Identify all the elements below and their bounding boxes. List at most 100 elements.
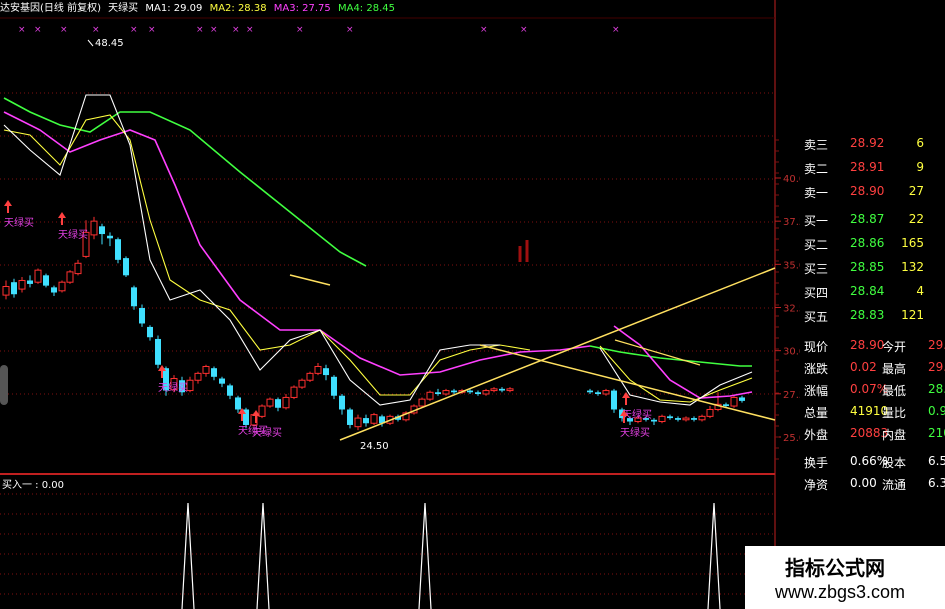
quote-value-2: 6.31 xyxy=(928,476,945,490)
candle-body xyxy=(347,409,353,425)
buy-arrow-icon xyxy=(158,365,166,371)
candle-body xyxy=(58,281,66,292)
candle-body xyxy=(675,418,681,420)
candle-body xyxy=(306,372,314,381)
candle-body xyxy=(587,390,593,393)
quote-label: 涨跌 xyxy=(804,362,829,376)
buy-signal-spike xyxy=(418,502,432,609)
quote-row: 净资0.00流通6.31 xyxy=(800,476,945,497)
quote-row: 换手0.66%股本6.59 xyxy=(800,454,945,475)
watermark: 指标公式网 www.zbgs3.com xyxy=(745,546,945,609)
high-price-pointer xyxy=(87,39,94,47)
book-volume: 121 xyxy=(901,308,924,322)
quote-label-2: 股本 xyxy=(882,456,907,470)
chart-header: 达安基因(日线 前复权) 天绿买 MA1: 29.09 MA2: 28.38 M… xyxy=(0,0,775,18)
buy-signal-spike xyxy=(181,502,195,609)
candle-body xyxy=(90,220,98,236)
candle-body xyxy=(698,415,706,421)
candle-body xyxy=(34,269,42,283)
book-label: 卖二 xyxy=(804,162,829,176)
book-label: 卖一 xyxy=(804,186,829,200)
buy-arrow-icon xyxy=(58,212,66,218)
book-label: 买四 xyxy=(804,286,829,300)
candle-body xyxy=(27,280,33,284)
quote-value-2: 29.0 xyxy=(928,360,945,374)
candle-body xyxy=(219,378,225,384)
candle-body xyxy=(66,271,74,283)
buy-signal-label: 天绿买 xyxy=(4,216,34,229)
candle-body xyxy=(739,397,745,401)
candle-body xyxy=(258,405,266,417)
book-price: 28.90 xyxy=(850,184,885,198)
quote-label: 换手 xyxy=(804,456,829,470)
book-row: 卖三 28.92 6 xyxy=(800,136,945,157)
watermark-url: www.zbgs3.com xyxy=(775,582,906,602)
quote-label-2: 流通 xyxy=(882,478,907,492)
buy-signal-label: 天绿买 xyxy=(620,426,650,439)
ma3-line-right xyxy=(613,325,753,399)
candle-body xyxy=(11,282,17,295)
quote-row: 现价28.90今开29.0 xyxy=(800,338,945,359)
trend-line-down xyxy=(479,344,776,421)
candle-body xyxy=(298,379,306,388)
candle-body xyxy=(442,390,450,395)
book-price: 28.85 xyxy=(850,260,885,274)
scroll-handle[interactable] xyxy=(0,365,8,405)
book-price: 28.92 xyxy=(850,136,885,150)
candle-body xyxy=(139,308,145,324)
candle-body xyxy=(155,338,161,365)
signal-mark: × xyxy=(92,25,100,35)
candle-body xyxy=(595,392,601,394)
quote-value-2: 28.7 xyxy=(928,382,945,396)
candle-body xyxy=(451,390,457,393)
high-price-label: 48.45 xyxy=(95,38,124,49)
quote-label: 外盘 xyxy=(804,428,829,442)
signal-mark: × xyxy=(210,25,218,35)
candle-body xyxy=(370,414,378,424)
candle-body xyxy=(611,390,617,410)
candle-body xyxy=(202,365,210,374)
book-price: 28.91 xyxy=(850,160,885,174)
candle-body xyxy=(99,226,105,235)
candle-body xyxy=(482,390,490,395)
ma1-line xyxy=(3,94,500,406)
candle-body xyxy=(723,404,729,407)
candle-body xyxy=(435,392,441,394)
book-label: 买三 xyxy=(804,262,829,276)
book-volume: 165 xyxy=(901,236,924,250)
candle-body xyxy=(363,418,369,424)
candle-body xyxy=(602,390,610,395)
book-label: 买二 xyxy=(804,238,829,252)
signal-mark: × xyxy=(34,25,42,35)
candle-body xyxy=(682,417,690,421)
candle-body xyxy=(282,396,290,409)
signal-mark: × xyxy=(232,25,240,35)
candle-body xyxy=(147,326,153,338)
ma1-label: MA1: 29.09 xyxy=(145,3,203,14)
buy-signal-spike xyxy=(707,502,721,609)
candle-body xyxy=(323,368,329,376)
quote-label: 总量 xyxy=(804,406,829,420)
quote-value-2: 0.9 xyxy=(928,404,945,418)
candle-body xyxy=(123,258,129,276)
book-row: 卖二 28.91 9 xyxy=(800,160,945,181)
candle-body xyxy=(275,399,281,408)
stock-name: 达安基因(日线 前复权) xyxy=(0,3,101,14)
quote-row: 涨幅0.07%最低28.7 xyxy=(800,382,945,403)
candle-body xyxy=(115,239,121,260)
signal-mark: × xyxy=(148,25,156,35)
book-row: 卖一 28.90 27 xyxy=(800,184,945,205)
candle-body xyxy=(418,398,426,407)
book-price: 28.87 xyxy=(850,212,885,226)
quote-value-2: 6.59 xyxy=(928,454,945,468)
candle-body xyxy=(18,279,26,290)
candle-body xyxy=(730,396,738,407)
ma2-label: MA2: 28.38 xyxy=(209,3,267,14)
quote-label: 涨幅 xyxy=(804,384,829,398)
signal-mark: × xyxy=(130,25,138,35)
ma3-line xyxy=(3,111,591,376)
candle-body xyxy=(691,418,697,420)
book-volume: 4 xyxy=(916,284,924,298)
signal-mark: × xyxy=(246,25,254,35)
candle-body xyxy=(667,416,673,419)
